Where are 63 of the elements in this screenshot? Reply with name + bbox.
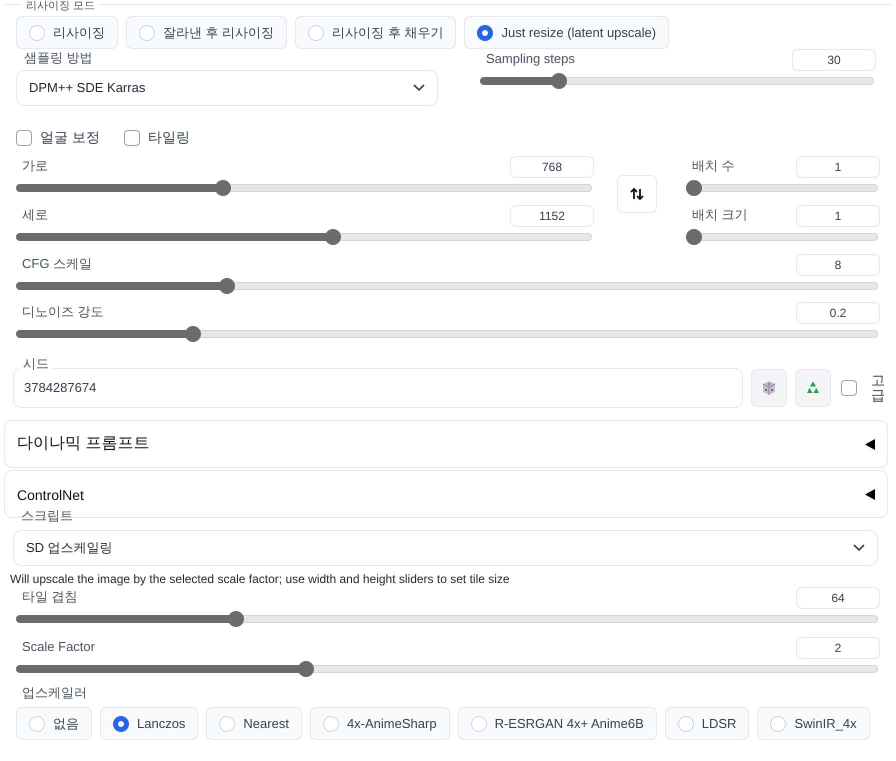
- dice-icon: [761, 380, 777, 396]
- number-input[interactable]: 64: [796, 587, 880, 609]
- field-label: 샘플링 방법: [23, 49, 94, 67]
- slider[interactable]: [16, 229, 592, 245]
- checkbox[interactable]: [16, 130, 32, 146]
- random-seed-button[interactable]: [751, 369, 787, 407]
- number-input[interactable]: 0.2: [796, 302, 880, 324]
- dropdown[interactable]: SD 업스케일링: [13, 530, 878, 566]
- slider[interactable]: [480, 73, 874, 89]
- slider-label: 가로: [21, 157, 48, 175]
- triangle-left-icon: [865, 438, 875, 450]
- slider[interactable]: [686, 229, 878, 245]
- slider[interactable]: [16, 661, 878, 677]
- radio-option[interactable]: Just resize (latent upscale): [464, 16, 670, 49]
- slider-label: Sampling steps: [485, 50, 575, 68]
- slider-label: 세로: [21, 206, 48, 224]
- number-input[interactable]: 1152: [510, 205, 594, 227]
- reuse-seed-button[interactable]: [795, 369, 831, 407]
- accordion-header[interactable]: 다이나믹 프롬프트: [4, 420, 888, 468]
- chevron-down-icon: [853, 544, 865, 552]
- radio-option[interactable]: 4x-AnimeSharp: [310, 707, 450, 740]
- radio-option[interactable]: 잘라낸 후 리사이징: [126, 16, 288, 49]
- slider[interactable]: [686, 180, 878, 196]
- number-input[interactable]: 2: [796, 637, 880, 659]
- chevron-down-icon: [413, 84, 425, 92]
- checkbox[interactable]: [124, 130, 140, 146]
- number-input[interactable]: 1: [796, 205, 880, 227]
- radio-option[interactable]: Lanczos: [100, 707, 198, 740]
- radio-option[interactable]: LDSR: [664, 707, 750, 740]
- radio-option[interactable]: SwinIR_4x: [757, 707, 870, 740]
- slider[interactable]: [16, 180, 592, 196]
- swap-button[interactable]: [617, 175, 657, 213]
- slider-label: 배치 크기: [691, 206, 748, 224]
- field-label: 업스케일러: [21, 684, 88, 702]
- slider[interactable]: [16, 326, 878, 342]
- number-input[interactable]: 768: [510, 156, 594, 178]
- radio-option[interactable]: Nearest: [206, 707, 302, 740]
- radio-option[interactable]: 리사이징 후 채우기: [295, 16, 456, 49]
- number-input[interactable]: 30: [792, 49, 876, 71]
- radio-option[interactable]: R-ESRGAN 4x+ Anime6B: [458, 707, 657, 740]
- slider[interactable]: [16, 611, 878, 627]
- checkbox-label: 타일링: [148, 128, 190, 147]
- accordion-title: 다이나믹 프롬프트: [17, 434, 150, 454]
- dropdown[interactable]: DPM++ SDE Karras: [16, 70, 438, 106]
- accordion-title: ControlNet: [17, 486, 84, 504]
- slider[interactable]: [16, 278, 878, 294]
- section-label: 리사이징 모드: [22, 0, 100, 13]
- swap-arrows-icon: [630, 187, 644, 201]
- number-input[interactable]: 1: [796, 156, 880, 178]
- checkbox-label: 고급: [871, 372, 885, 404]
- description-text: Will upscale the image by the selected scale factor; use width and height sliders to set tile size: [10, 571, 510, 588]
- number-input[interactable]: 8: [796, 254, 880, 276]
- slider-label: 배치 수: [691, 157, 735, 175]
- checkbox-label: 얼굴 보정: [40, 128, 100, 147]
- triangle-left-icon: [865, 488, 875, 500]
- slider-label: 디노이즈 강도: [21, 303, 104, 321]
- radio-option[interactable]: 리사이징: [16, 16, 118, 49]
- slider-label: 타일 겹침: [21, 588, 78, 606]
- radio-option[interactable]: 없음: [16, 707, 92, 740]
- field-label: 시드: [19, 356, 53, 372]
- checkbox[interactable]: [841, 380, 857, 396]
- slider-label: Scale Factor: [21, 638, 95, 656]
- slider-label: CFG 스케일: [21, 255, 92, 273]
